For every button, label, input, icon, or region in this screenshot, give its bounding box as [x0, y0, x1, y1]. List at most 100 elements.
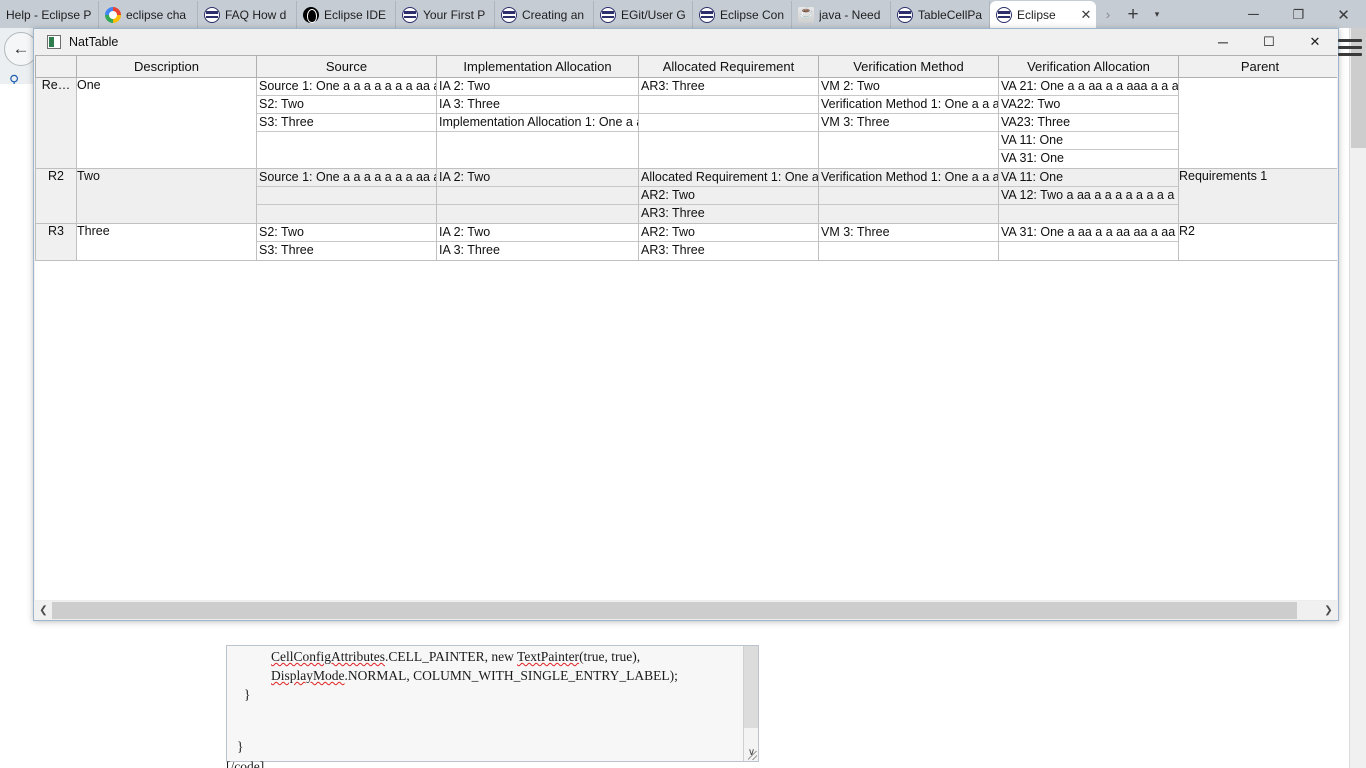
cell-entry[interactable]: Implementation Allocation 1: One a a — [437, 114, 638, 132]
grid-horizontal-scrollbar[interactable]: ❮ ❯ — [35, 600, 1337, 619]
close-icon[interactable]: ✕ — [1078, 7, 1094, 23]
browser-minimize-button[interactable]: ─ — [1231, 1, 1276, 28]
cell-allocated_requirement[interactable]: AR3: Three — [638, 77, 819, 169]
cell-entry[interactable]: Source 1: One a a a a a a a aa a a a — [257, 79, 436, 96]
row-id-cell[interactable]: R3 — [35, 223, 77, 261]
cell-source[interactable]: S2: Two S3: Three — [256, 223, 437, 261]
cell-entry[interactable] — [639, 96, 818, 114]
cell-parent[interactable] — [1178, 77, 1337, 169]
cell-entry[interactable]: Source 1: One a a a a a a a aa a a a — [257, 170, 436, 187]
cell-entry[interactable]: VM 2: Two — [819, 79, 998, 96]
table-row[interactable]: R3 Three S2: Two S3: Three IA 2: Two IA 3: Th… — [35, 223, 1337, 261]
cell-entry[interactable]: S2: Two — [257, 225, 436, 242]
cell-verification_method[interactable]: VM 2: Two Verification Method 1: One a a … — [818, 77, 999, 169]
browser-tab[interactable]: java - Need — [792, 1, 891, 28]
cell-verification_allocation[interactable]: VA 21: One a a aa a a aaa a a a a aVA22:… — [998, 77, 1179, 169]
cell-entry[interactable]: IA 3: Three — [438, 242, 638, 260]
browser-tab[interactable]: TableCellPa — [891, 1, 990, 28]
cell-entry[interactable] — [819, 187, 998, 205]
cell-entry[interactable]: VA23: Three — [999, 114, 1178, 132]
cell-entry[interactable]: AR2: Two — [639, 225, 818, 242]
cell-description[interactable]: Three — [76, 223, 257, 261]
scroll-right-icon[interactable]: ❯ — [1320, 601, 1337, 619]
code-block-scrollbar[interactable]: ∨ — [743, 646, 758, 761]
chevron-down-icon[interactable]: ▾ — [1146, 1, 1168, 28]
browser-tab[interactable]: FAQ How d — [198, 1, 297, 28]
scrollbar-thumb[interactable] — [744, 646, 758, 728]
nattable-maximize-button[interactable]: ☐ — [1246, 29, 1292, 55]
browser-tab[interactable]: Eclipse Con — [693, 1, 792, 28]
browser-tab[interactable]: EGit/User G — [594, 1, 693, 28]
column-header-description[interactable]: Description — [76, 55, 257, 78]
cell-entry[interactable] — [438, 205, 638, 223]
nattable-close-button[interactable]: ✕ — [1292, 29, 1338, 55]
cell-entry[interactable]: IA 3: Three — [437, 96, 638, 114]
code-block[interactable]: CellConfigAttributes.CELL_PAINTER, new T… — [226, 645, 759, 762]
cell-description[interactable]: Two — [76, 168, 257, 224]
cell-parent[interactable]: R2 — [1178, 223, 1337, 261]
column-header-implementation_allocation[interactable]: Implementation Allocation — [436, 55, 639, 78]
tab-overflow-icon[interactable]: › — [1096, 1, 1120, 28]
cell-entry[interactable]: VM 3: Three — [819, 225, 998, 242]
scrollbar-track[interactable] — [52, 601, 1320, 619]
cell-entry[interactable] — [258, 205, 436, 223]
cell-entry[interactable]: VA 12: Two a aa a a a a a a a a a — [999, 187, 1178, 205]
cell-entry[interactable]: AR3: Three — [640, 205, 818, 223]
browser-tab[interactable]: Creating an — [495, 1, 594, 28]
cell-entry[interactable] — [639, 114, 818, 132]
scrollbar-thumb[interactable] — [52, 601, 1297, 619]
new-tab-button[interactable]: + — [1120, 1, 1146, 28]
cell-entry[interactable]: IA 2: Two — [437, 79, 638, 96]
cell-entry[interactable]: VM 3: Three — [819, 114, 998, 132]
cell-implementation_allocation[interactable]: IA 2: Two — [436, 168, 639, 224]
cell-entry[interactable]: Allocated Requirement 1: One a — [639, 170, 818, 187]
column-header-source[interactable]: Source — [256, 55, 437, 78]
cell-entry[interactable]: VA 11: One — [999, 170, 1178, 187]
cell-entry[interactable]: AR3: Three — [639, 79, 818, 96]
cell-entry[interactable]: IA 2: Two — [437, 225, 638, 242]
nattable-minimize-button[interactable]: ─ — [1200, 29, 1246, 55]
browser-maximize-button[interactable]: ❐ — [1276, 1, 1321, 28]
scroll-left-icon[interactable]: ❮ — [35, 601, 52, 619]
column-header-parent[interactable]: Parent — [1178, 55, 1337, 78]
cell-entry[interactable]: VA22: Two — [999, 96, 1178, 114]
cell-implementation_allocation[interactable]: IA 2: Two IA 3: Three Implementation Alloc… — [436, 77, 639, 169]
cell-source[interactable]: Source 1: One a a a a a a a aa a a a — [256, 168, 437, 224]
cell-entry[interactable] — [820, 242, 998, 260]
cell-source[interactable]: Source 1: One a a a a a a a aa a a aS2: … — [256, 77, 437, 169]
table-row[interactable]: Re…OneSource 1: One a a a a a a a aa a a… — [35, 77, 1337, 169]
cell-entry[interactable] — [437, 187, 638, 205]
column-header-allocated_requirement[interactable]: Allocated Requirement — [638, 55, 819, 78]
nattable-grid[interactable]: Description Source Implementation Allocati… — [35, 55, 1337, 600]
cell-entry[interactable]: S3: Three — [257, 114, 436, 132]
row-id-cell[interactable]: R2 — [35, 168, 77, 224]
cell-allocated_requirement[interactable]: AR2: Two AR3: Three — [638, 223, 819, 261]
browser-tab[interactable]: eclipse cha — [99, 1, 198, 28]
cell-description[interactable]: One — [76, 77, 257, 169]
cell-entry[interactable] — [820, 132, 998, 150]
table-row[interactable]: R2TwoSource 1: One a a a a a a a aa a a … — [35, 168, 1337, 224]
cell-entry[interactable] — [257, 187, 436, 205]
cell-entry[interactable]: S3: Three — [258, 242, 436, 260]
browser-tab[interactable]: Your First P — [396, 1, 495, 28]
cell-entry[interactable]: VA 11: One — [999, 132, 1178, 150]
cell-implementation_allocation[interactable]: IA 2: Two IA 3: Three — [436, 223, 639, 261]
browser-close-button[interactable]: ✕ — [1321, 1, 1366, 28]
cell-parent[interactable]: Requirements 1 — [1178, 168, 1337, 224]
cell-entry[interactable] — [640, 132, 818, 150]
browser-tab[interactable]: Eclipse ✕ — [990, 1, 1096, 28]
cell-entry[interactable] — [820, 205, 998, 223]
cell-verification_method[interactable]: Verification Method 1: One a a a a — [818, 168, 999, 224]
cell-entry[interactable] — [438, 132, 638, 150]
page-scrollbar[interactable] — [1349, 28, 1366, 768]
cell-entry[interactable]: Verification Method 1: One a a a a — [819, 96, 998, 114]
column-header-verification_allocation[interactable]: Verification Allocation — [998, 55, 1179, 78]
cell-entry[interactable]: Verification Method 1: One a a a a — [819, 170, 998, 187]
cell-entry[interactable]: S2: Two — [257, 96, 436, 114]
cell-entry[interactable]: VA 21: One a a aa a a aaa a a a a a — [999, 79, 1178, 96]
cell-entry[interactable]: VA 31: One — [1000, 150, 1178, 168]
cell-entry[interactable] — [1000, 205, 1178, 223]
column-header-verification_method[interactable]: Verification Method — [818, 55, 999, 78]
browser-tab[interactable]: Help - Eclipse P — [0, 1, 99, 28]
cell-entry[interactable]: AR3: Three — [640, 242, 818, 260]
